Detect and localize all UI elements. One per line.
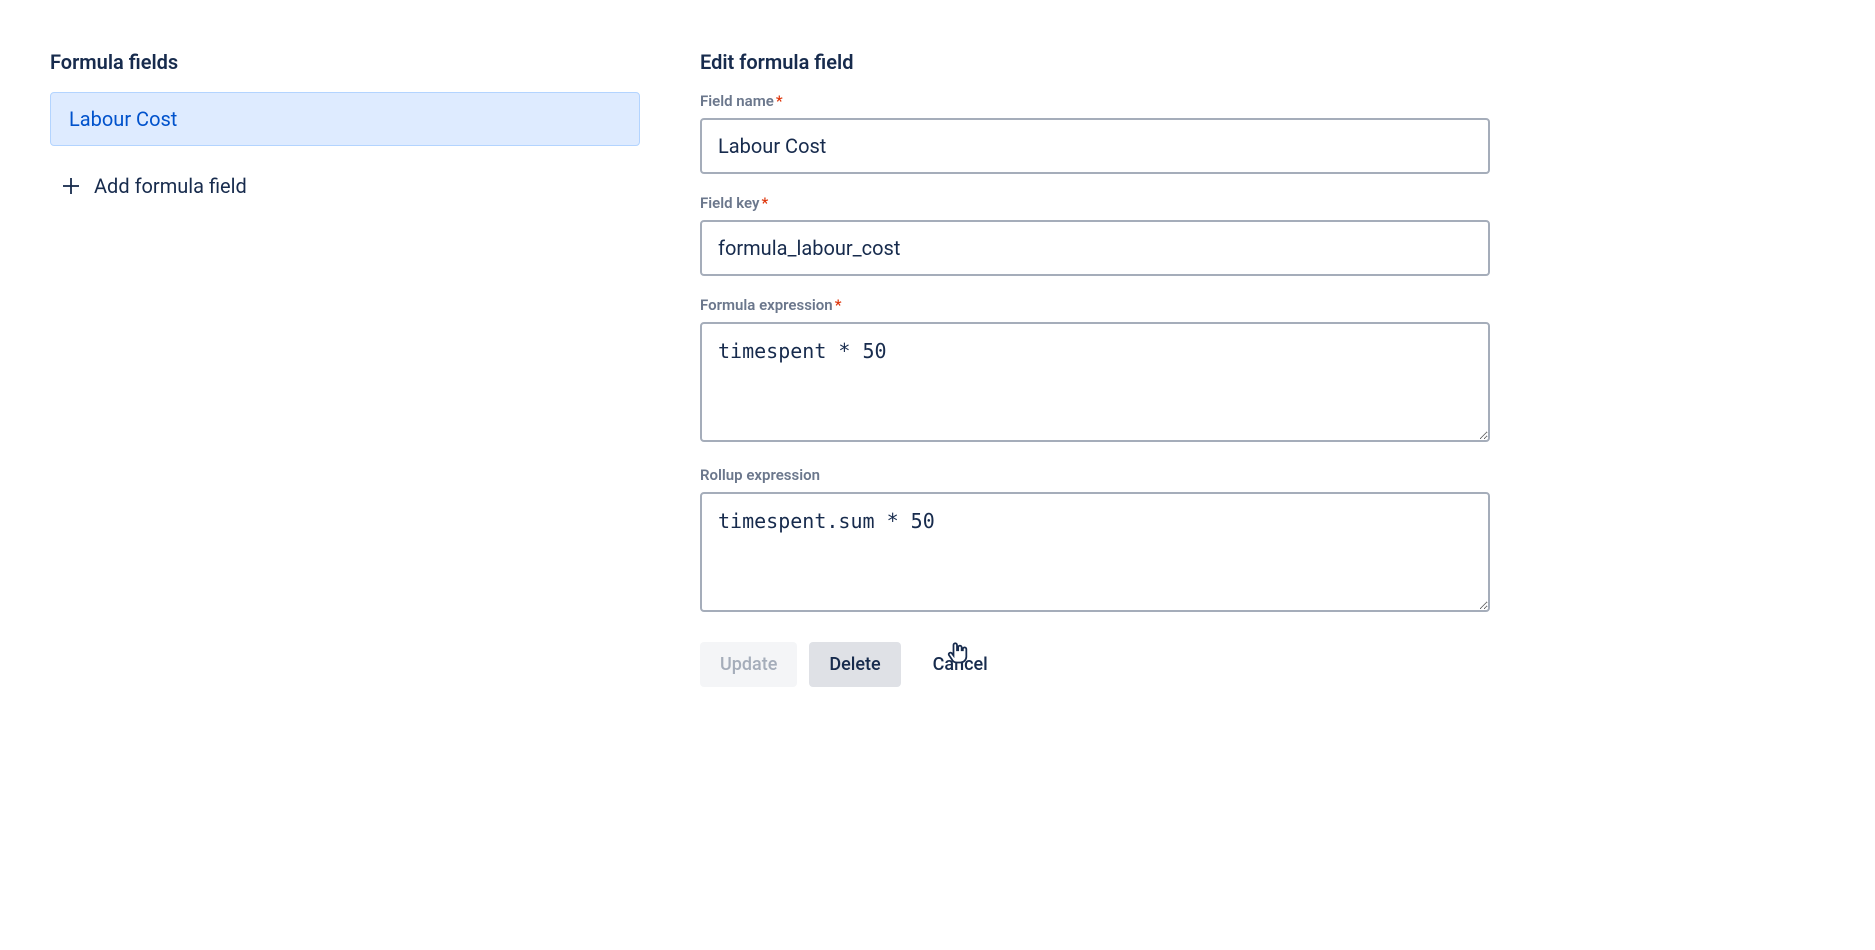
edit-panel-title: Edit formula field [700,50,1490,74]
rollup-expression-group: Rollup expression timespent.sum * 50 [700,466,1490,616]
sidebar-title: Formula fields [50,50,640,74]
add-formula-field-button[interactable]: Add formula field [50,160,265,212]
update-button[interactable]: Update [700,642,797,687]
field-name-label: Field name* [700,92,1490,110]
field-key-group: Field key* [700,194,1490,276]
plus-icon [60,175,82,197]
rollup-expression-label: Rollup expression [700,466,1490,484]
action-buttons: Update Delete Cancel [700,642,1490,687]
delete-button[interactable]: Delete [809,642,900,687]
field-key-label: Field key* [700,194,1490,212]
formula-expression-group: Formula expression* timespent * 50 [700,296,1490,446]
required-indicator: * [776,92,783,110]
rollup-expression-input[interactable]: timespent.sum * 50 [700,492,1490,612]
formula-item-labour-cost[interactable]: Labour Cost [50,92,640,146]
field-name-input[interactable] [700,118,1490,174]
required-indicator: * [761,194,768,212]
formula-expression-input[interactable]: timespent * 50 [700,322,1490,442]
required-indicator: * [835,296,842,314]
edit-formula-panel: Edit formula field Field name* Field key… [700,50,1490,687]
field-name-group: Field name* [700,92,1490,174]
formula-expression-label: Formula expression* [700,296,1490,314]
formula-item-label: Labour Cost [69,107,177,131]
add-button-label: Add formula field [94,174,247,198]
cursor-hand-icon [943,638,971,666]
field-key-input[interactable] [700,220,1490,276]
formula-fields-sidebar: Formula fields Labour Cost Add formula f… [50,50,640,687]
